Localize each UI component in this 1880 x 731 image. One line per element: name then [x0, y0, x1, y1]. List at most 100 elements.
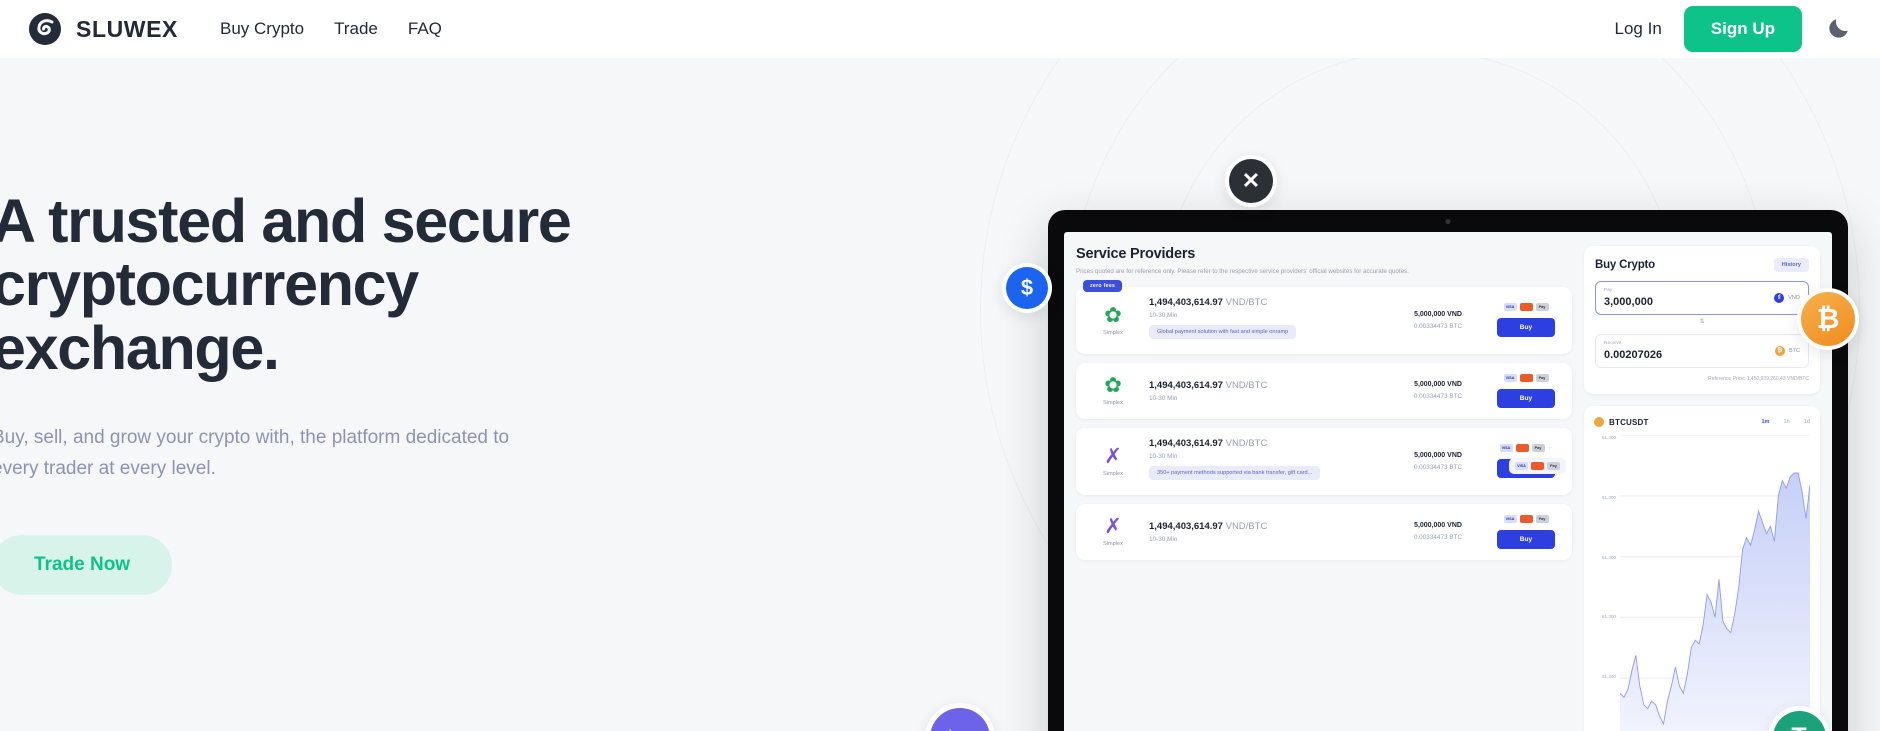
provider-name: Simplex — [1103, 470, 1123, 477]
pay-currency-selector[interactable]: ₫ VND — [1774, 293, 1800, 303]
nav-link-buy-crypto[interactable]: Buy Crypto — [220, 19, 304, 39]
theme-toggle-button[interactable] — [1824, 14, 1854, 44]
provider-actions: VISA Pay Buy — [1491, 373, 1561, 408]
xrp-glyph: ✕ — [1229, 159, 1273, 203]
chart-symbol: BTCUSDT — [1594, 417, 1649, 427]
mastercard-icon — [1531, 461, 1544, 470]
payment-icons: VISA Pay ··· — [1491, 444, 1561, 453]
provider-price: 1,494,403,614.97 VND/BTC — [1149, 520, 1268, 532]
xrp-coin-icon: ✕ — [1225, 155, 1277, 207]
chart-y-axis: 61,30061,30061,30061,30061,30061,300 — [1594, 435, 1620, 731]
provider-amount-cell: 5,000,000 VND 0.00334473 BTC — [1395, 311, 1481, 330]
visa-icon: VISA — [1503, 373, 1517, 382]
page-title: A trusted and secure cryptocurrency exch… — [0, 187, 692, 382]
provider-name: Simplex — [1103, 329, 1123, 336]
provider-price: 1,494,403,614.97 VND/BTC — [1149, 296, 1268, 308]
buy-button[interactable]: Buy — [1497, 388, 1555, 408]
payment-icons: VISA Pay — [1491, 303, 1561, 312]
provider-time: 10-30 Min — [1149, 311, 1178, 319]
hero-title-line-1: A trusted and secure — [0, 187, 572, 255]
moon-icon — [1826, 15, 1852, 44]
table-row[interactable]: ✗ Simplex 1,494,403,614.97 VND/BTC 10-30… — [1076, 503, 1572, 560]
signup-button[interactable]: Sign Up — [1683, 6, 1802, 52]
solana-glyph: ◣ — [930, 708, 990, 731]
bitcoin-small-icon — [1594, 417, 1604, 427]
chart-range-1m[interactable]: 1m — [1761, 419, 1769, 425]
chart-range-1d[interactable]: 1d — [1804, 419, 1810, 425]
buy-button[interactable]: Buy — [1497, 529, 1555, 549]
navbar: SLUWEX Buy Crypto Trade FAQ Log In Sign … — [0, 0, 1880, 58]
table-row[interactable]: ✿ Simplex 1,494,403,614.97 VND/BTC 10-30… — [1076, 362, 1572, 419]
receive-input-field[interactable]: Receive 0.00207026 ₿ BTC — [1595, 334, 1809, 368]
table-row[interactable]: ✗ Simplex 1,494,403,614.97 VND/BTC 10-30… — [1076, 427, 1572, 495]
history-button[interactable]: History — [1773, 258, 1809, 272]
mastercard-icon — [1519, 303, 1533, 312]
hero-title-line-2: cryptocurrency — [0, 250, 419, 319]
chart-y-tick: 61,300 — [1601, 554, 1616, 560]
receive-amount-value[interactable]: 0.00207026 — [1604, 349, 1662, 361]
buy-button[interactable]: Buy — [1497, 318, 1555, 338]
mastercard-icon — [1519, 373, 1533, 382]
provider-time: 10-30 Min — [1149, 452, 1178, 460]
provider-name: Simplex — [1103, 541, 1123, 548]
receive-currency-selector[interactable]: ₿ BTC — [1774, 346, 1800, 356]
provider-logo: ✿ Simplex — [1087, 375, 1139, 406]
zero-fees-badge: zero fees — [1083, 279, 1123, 292]
btc-coin-icon: ₿ — [1774, 346, 1785, 356]
nav-link-faq[interactable]: FAQ — [408, 19, 442, 39]
right-column: Buy Crypto History Pay 3,000,000 ₫ VND ⇅… — [1584, 246, 1820, 731]
applepay-icon: Pay — [1535, 303, 1549, 312]
vnd-coin-icon: ₫ — [1774, 293, 1785, 303]
login-link[interactable]: Log In — [1615, 19, 1662, 39]
service-providers-title: Service Providers — [1076, 246, 1196, 262]
provider-logo-icon: ✗ — [1104, 515, 1122, 539]
provider-amount-cell: 5,000,000 VND 0.00334473 BTC — [1395, 381, 1481, 400]
provider-logo: ✿ Simplex — [1087, 305, 1139, 336]
pay-label: Pay — [1604, 288, 1613, 293]
provider-actions: VISA Pay Buy — [1491, 303, 1561, 338]
visa-icon: VISA — [1503, 303, 1517, 312]
table-row[interactable]: zero fees ✿ Simplex 1,494,403,614.97 VND… — [1076, 279, 1572, 354]
buy-crypto-title: Buy Crypto — [1595, 259, 1655, 271]
provider-logo-icon: ✿ — [1104, 303, 1122, 327]
chart-symbol-label: BTCUSDT — [1609, 417, 1649, 427]
provider-amount-cell: 5,000,000 VND 0.00334473 BTC — [1395, 522, 1481, 541]
more-icon: ··· — [1547, 445, 1553, 452]
nav-link-trade[interactable]: Trade — [334, 19, 378, 39]
service-providers-note: Prices quoted are for reference only. Pl… — [1076, 268, 1409, 275]
swap-vertical-icon[interactable]: ⇅ — [1595, 318, 1809, 325]
visa-icon: VISA — [1499, 444, 1513, 453]
chart-y-tick: 61,300 — [1601, 674, 1616, 680]
page-root: SLUWEX Buy Crypto Trade FAQ Log In Sign … — [0, 0, 1880, 731]
mastercard-icon — [1515, 444, 1529, 453]
chart-area — [1620, 435, 1810, 731]
provider-tag: 350+ payment methods supported via bank … — [1149, 465, 1321, 480]
mastercard-icon — [1519, 514, 1533, 523]
tether-glyph: ₮ — [1772, 710, 1826, 731]
provider-logo: ✗ Simplex — [1087, 516, 1139, 547]
provider-amount-fiat: 5,000,000 VND — [1414, 451, 1462, 459]
provider-price: 1,494,403,614.97 VND/BTC — [1149, 437, 1268, 449]
provider-amount-crypto: 0.00334473 BTC — [1413, 534, 1463, 542]
receive-label: Receive — [1604, 341, 1622, 346]
pay-input-field[interactable]: Pay 3,000,000 ₫ VND — [1595, 281, 1809, 315]
pay-amount-value[interactable]: 3,000,000 — [1604, 296, 1653, 308]
provider-price-cell: 1,494,403,614.97 VND/BTC 10-30 Min Globa… — [1149, 297, 1385, 344]
receive-currency-label: BTC — [1788, 348, 1800, 354]
laptop-mockup: Service Providers Prices quoted are for … — [1048, 210, 1848, 731]
chart-svg — [1620, 435, 1810, 731]
webcam-icon — [1445, 219, 1451, 224]
trade-now-button[interactable]: Trade Now — [0, 534, 173, 595]
provider-logo-icon: ✗ — [1104, 444, 1122, 468]
hero-subtitle: Buy, sell, and grow your crypto with, th… — [0, 427, 510, 480]
brand-logo[interactable]: SLUWEX — [28, 12, 178, 46]
chart-range-selector: 1m 1h 1d — [1761, 419, 1810, 425]
chart-y-tick: 61,300 — [1601, 435, 1616, 440]
provider-logo-icon: ✿ — [1104, 374, 1122, 398]
provider-amount-fiat: 5,000,000 VND — [1414, 522, 1462, 530]
pay-currency-label: VND — [1788, 295, 1800, 301]
usd-glyph: $ — [1006, 267, 1048, 309]
provider-time: 10-30 Min — [1149, 535, 1178, 543]
chart-range-1h[interactable]: 1h — [1784, 419, 1790, 425]
hero-title-line-3: exchange. — [0, 313, 280, 382]
